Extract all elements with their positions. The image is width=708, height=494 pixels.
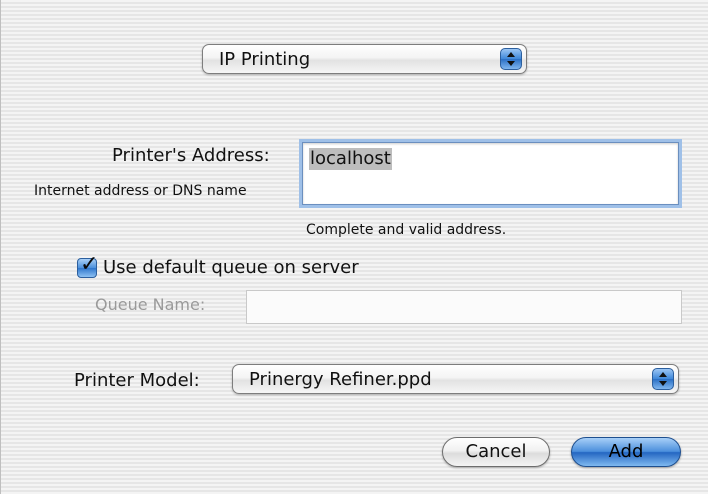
connection-type-value: IP Printing <box>219 49 311 70</box>
default-queue-label[interactable]: Use default queue on server <box>103 257 359 279</box>
add-button[interactable]: Add <box>571 437 681 467</box>
printer-model-label: Printer Model: <box>74 370 200 391</box>
printer-address-label: Printer's Address: <box>112 145 270 166</box>
printer-address-value: localhost <box>309 148 392 170</box>
default-queue-checkbox[interactable]: ✓ <box>77 253 98 278</box>
popup-arrows-icon <box>500 48 522 70</box>
printer-model-popup[interactable]: Prinergy Refiner.ppd <box>232 364 679 394</box>
printer-address-field[interactable]: localhost <box>302 142 679 205</box>
printer-address-hint: Internet address or DNS name <box>34 183 247 199</box>
connection-type-popup[interactable]: IP Printing <box>202 44 527 74</box>
checkmark-icon: ✓ <box>80 252 99 277</box>
popup-arrows-icon <box>652 368 674 390</box>
queue-name-label: Queue Name: <box>95 295 206 314</box>
address-status-text: Complete and valid address. <box>306 222 507 238</box>
add-printer-dialog: IP Printing Printer's Address: Internet … <box>0 0 708 494</box>
queue-name-field[interactable] <box>246 290 682 324</box>
printer-model-value: Prinergy Refiner.ppd <box>249 369 432 390</box>
cancel-button[interactable]: Cancel <box>442 437 550 467</box>
